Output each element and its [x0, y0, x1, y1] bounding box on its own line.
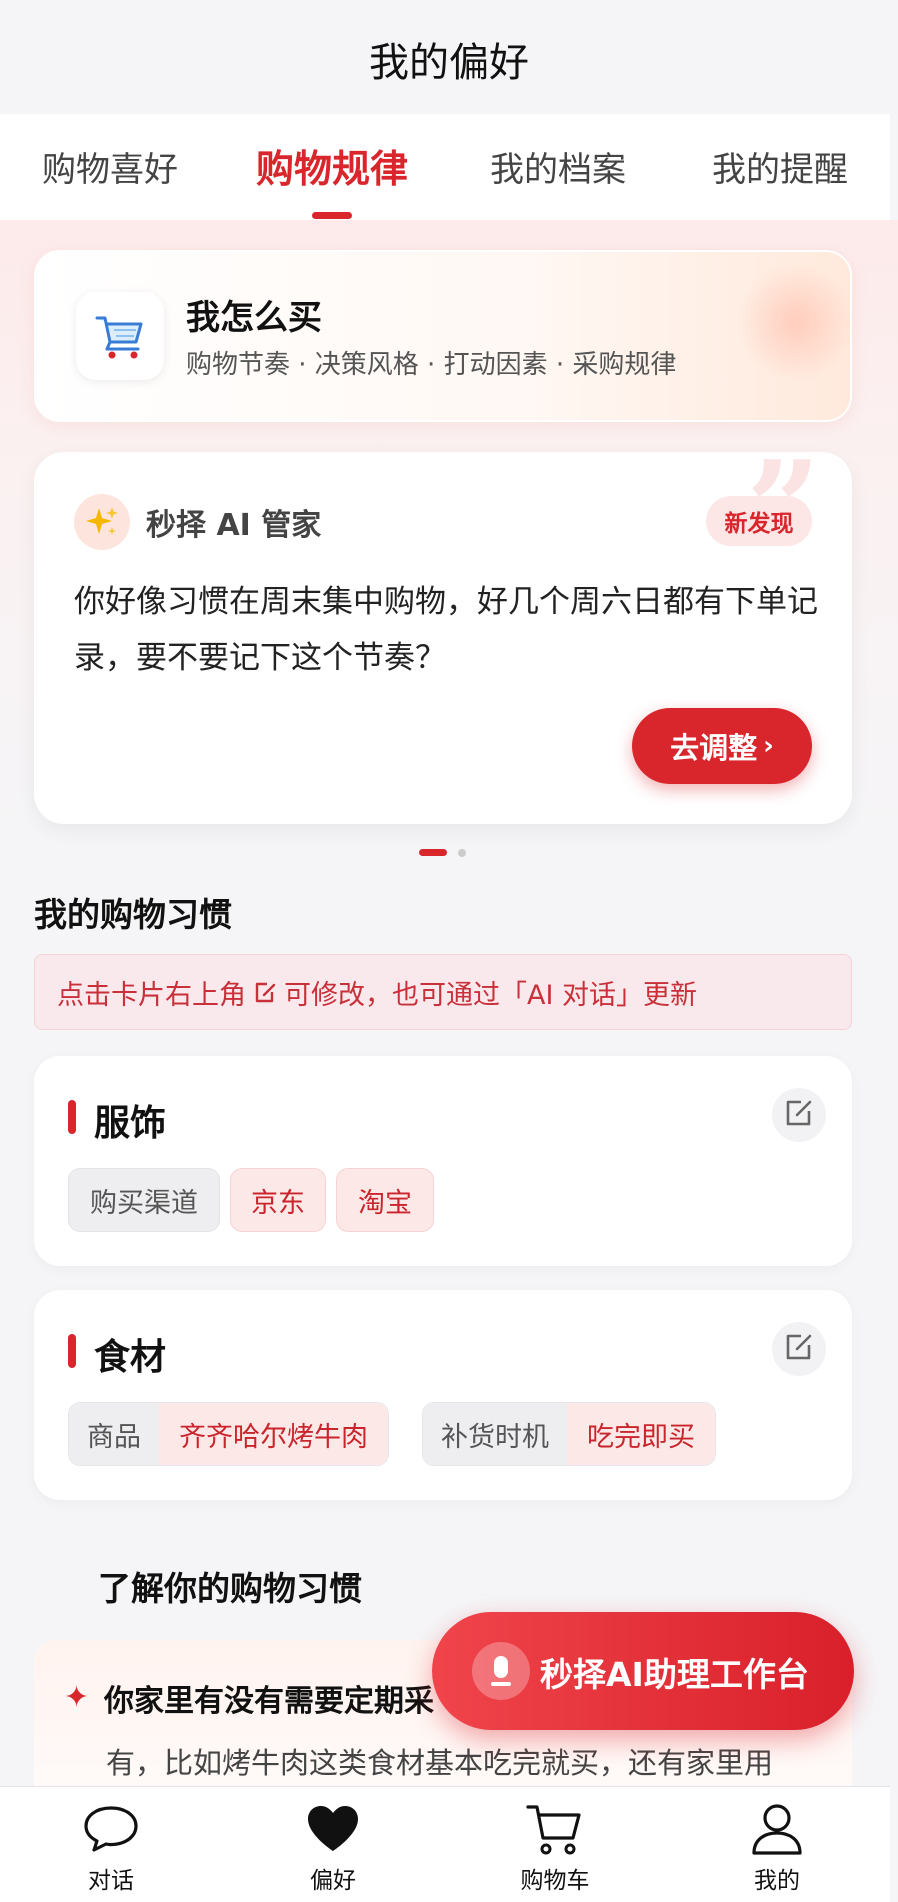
how-i-buy-subtitle: 购物节奏 · 决策风格 · 打动因素 · 采购规律	[186, 350, 677, 380]
channel-label-chip: 购买渠道	[68, 1168, 220, 1232]
edit-button[interactable]	[772, 1088, 826, 1142]
nav-label: 购物车	[520, 1868, 590, 1894]
new-discovery-badge: 新发现	[706, 496, 812, 546]
edit-icon	[783, 1097, 815, 1133]
nav-label: 对话	[88, 1868, 134, 1894]
pair-key: 商品	[69, 1403, 159, 1465]
nav-cart[interactable]: 购物车	[444, 1787, 666, 1902]
tab-shopping-preference[interactable]: 购物喜好	[42, 142, 178, 191]
hint-text-before: 点击卡片右上角	[57, 980, 246, 1011]
ai-butler-title: 秒择 AI 管家	[146, 508, 322, 543]
ai-butler-card: ” 秒择 AI 管家 新发现 你好像习惯在周末集中购物，好几个周六日都有下单记录…	[34, 432, 852, 824]
restock-pair-chip[interactable]: 补货时机 吃完即买	[422, 1402, 716, 1466]
nav-me[interactable]: 我的	[666, 1787, 888, 1902]
chat-bubble-icon	[82, 1801, 140, 1857]
nav-label: 我的	[754, 1868, 800, 1894]
edit-button[interactable]	[772, 1322, 826, 1376]
carousel-dot[interactable]	[458, 849, 466, 857]
product-pair-chip[interactable]: 商品 齐齐哈尔烤牛肉	[68, 1402, 389, 1466]
hint-text-after: 可修改，也可通过「AI 对话」更新	[284, 980, 698, 1011]
pair-key: 补货时机	[423, 1403, 567, 1465]
sparkles-icon	[74, 494, 130, 550]
channel-chip-taobao[interactable]: 淘宝	[336, 1168, 434, 1232]
pair-value: 齐齐哈尔烤牛肉	[159, 1403, 388, 1465]
tab-my-reminders[interactable]: 我的提醒	[712, 142, 848, 191]
bottom-navigation: 对话 偏好 购物车 我的	[0, 1786, 890, 1902]
nav-chat[interactable]: 对话	[0, 1787, 222, 1902]
microphone-icon	[472, 1642, 530, 1700]
learn-habits-title: 了解你的购物习惯	[98, 1569, 362, 1608]
ai-assistant-workbench-label: 秒择AI助理工作台	[540, 1655, 809, 1694]
category-accent-bar	[68, 1100, 76, 1134]
ai-assistant-workbench-button[interactable]: 秒择AI助理工作台	[432, 1612, 854, 1730]
learn-question: 你家里有没有需要定期采	[104, 1684, 434, 1719]
tab-my-profile[interactable]: 我的档案	[490, 142, 626, 191]
habit-card-clothing: 服饰 购买渠道 京东 淘宝	[34, 1056, 852, 1266]
tab-bar: 购物喜好 购物规律 我的档案 我的提醒	[0, 114, 890, 220]
tab-shopping-pattern[interactable]: 购物规律	[256, 138, 408, 193]
adjust-button[interactable]: 去调整 ›	[632, 708, 812, 784]
category-accent-bar	[68, 1334, 76, 1368]
shopping-habits-title: 我的购物习惯	[34, 895, 232, 934]
how-i-buy-card[interactable]: 我怎么买 购物节奏 · 决策风格 · 打动因素 · 采购规律	[34, 250, 856, 422]
ai-suggestion-message: 你好像习惯在周末集中购物，好几个周六日都有下单记录，要不要记下这个节奏？	[74, 584, 818, 676]
nav-preference[interactable]: 偏好	[222, 1787, 444, 1902]
nav-label: 偏好	[310, 1868, 356, 1894]
heart-icon	[305, 1801, 361, 1857]
edit-hint-text: 点击卡片右上角 可修改，也可通过「AI 对话」更新	[57, 973, 697, 1013]
carousel-dot-active[interactable]	[419, 849, 447, 856]
how-i-buy-title: 我怎么买	[186, 298, 322, 338]
edit-icon	[252, 980, 278, 1013]
person-icon	[750, 1801, 804, 1857]
adjust-button-label: 去调整	[670, 731, 758, 765]
card-glow-decoration	[736, 262, 856, 382]
channel-chip-jd[interactable]: 京东	[230, 1168, 326, 1232]
shopping-cart-icon	[76, 292, 164, 380]
cart-icon	[525, 1801, 585, 1857]
edit-hint-banner: 点击卡片右上角 可修改，也可通过「AI 对话」更新	[34, 954, 852, 1030]
active-tab-indicator	[312, 212, 352, 219]
habit-card-food: 食材 商品 齐齐哈尔烤牛肉 补货时机 吃完即买	[34, 1290, 852, 1500]
edit-icon	[783, 1331, 815, 1367]
habit-category-title: 服饰	[94, 1103, 167, 1144]
learn-answer: 有，比如烤牛肉这类食材基本吃完就买，还有家里用	[106, 1746, 774, 1780]
habit-category-title: 食材	[94, 1337, 167, 1378]
chevron-right-icon: ›	[763, 731, 774, 761]
pair-value: 吃完即买	[567, 1403, 715, 1465]
star-icon: ✦	[64, 1680, 90, 1715]
page-title: 我的偏好	[369, 40, 529, 86]
